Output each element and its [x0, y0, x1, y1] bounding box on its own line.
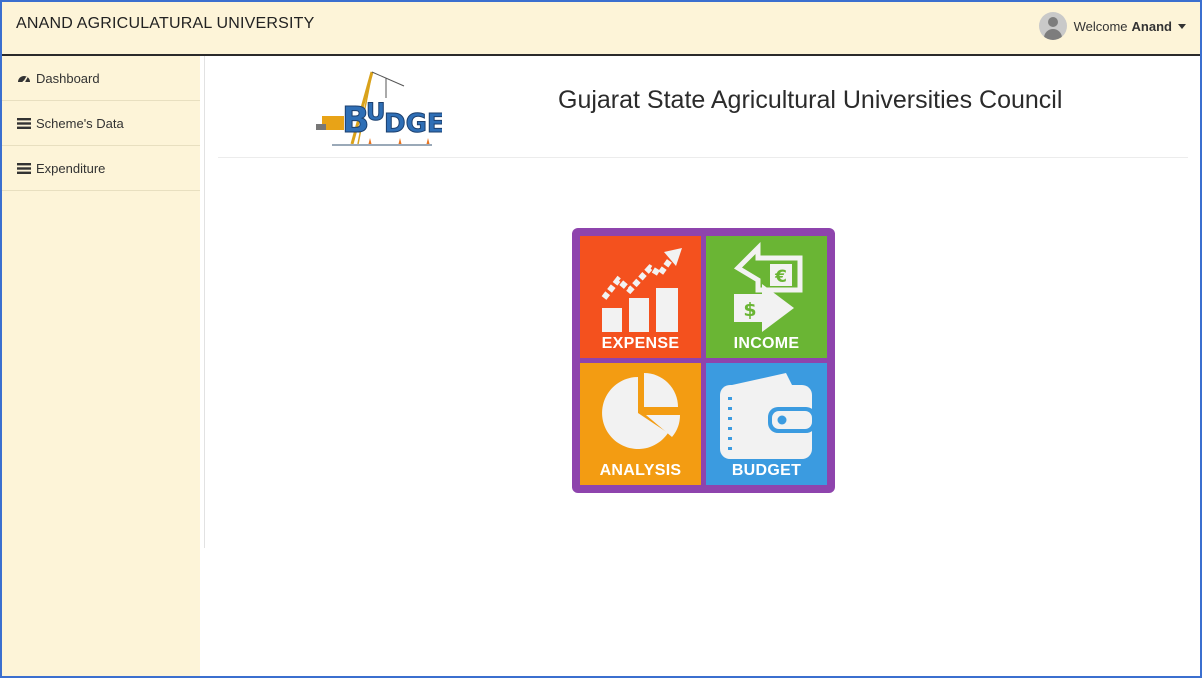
tile-income[interactable]: € $ INCOME: [706, 236, 827, 358]
exchange-arrows-icon: € $: [733, 241, 803, 332]
pie-chart-icon: [602, 373, 681, 449]
svg-text:€: €: [774, 267, 787, 287]
sidebar-item-label: Scheme's Data: [36, 115, 124, 131]
sidebar-divider: [204, 56, 205, 548]
tile-label: BUDGET: [731, 462, 802, 479]
dashboard-icon: [18, 76, 30, 84]
welcome-label: Welcome: [1073, 18, 1128, 34]
user-menu[interactable]: Welcome Anand: [1038, 12, 1186, 40]
page-title: Gujarat State Agricultural Universities …: [558, 86, 1063, 114]
tile-budget[interactable]: BUDGET: [706, 363, 827, 485]
top-navbar: ANAND AGRICULATURAL UNIVERSITY Welcome A…: [2, 2, 1200, 56]
page-header: B U DGET Gujarat State Agricultural Univ…: [218, 56, 1188, 158]
sidebar-item-label: Dashboard: [36, 70, 100, 86]
wallet-icon: [720, 373, 816, 459]
user-name: Anand: [1131, 18, 1172, 34]
tile-expense[interactable]: EXPENSE: [580, 236, 701, 358]
sidebar-item-schemes-data[interactable]: Scheme's Data: [2, 101, 200, 146]
caret-down-icon: [1178, 23, 1186, 29]
module-tiles: EXPENSE € $ INCOME ANALYSIS BUDGET: [572, 228, 835, 493]
app-frame: ANAND AGRICULATURAL UNIVERSITY Welcome A…: [0, 0, 1202, 678]
sidebar: Dashboard Scheme's Data Expenditure: [2, 56, 200, 676]
user-avatar-icon: [1038, 12, 1067, 40]
svg-text:DGET: DGET: [384, 109, 442, 139]
list-icon: [17, 162, 31, 174]
main-content: B U DGET Gujarat State Agricultural Univ…: [218, 56, 1188, 676]
brand-title[interactable]: ANAND AGRICULATURAL UNIVERSITY: [16, 15, 315, 33]
list-icon: [17, 117, 31, 129]
growth-chart-icon: [601, 248, 682, 332]
budget-logo: B U DGET: [316, 71, 442, 146]
sidebar-item-expenditure[interactable]: Expenditure: [2, 146, 200, 191]
sidebar-item-dashboard[interactable]: Dashboard: [2, 56, 200, 101]
tile-label: ANALYSIS: [599, 462, 682, 479]
sidebar-item-label: Expenditure: [36, 160, 106, 176]
tile-analysis[interactable]: ANALYSIS: [580, 363, 701, 485]
svg-text:$: $: [743, 299, 756, 321]
tile-label: INCOME: [733, 335, 800, 352]
tile-label: EXPENSE: [601, 335, 680, 352]
svg-text:U: U: [366, 98, 386, 126]
